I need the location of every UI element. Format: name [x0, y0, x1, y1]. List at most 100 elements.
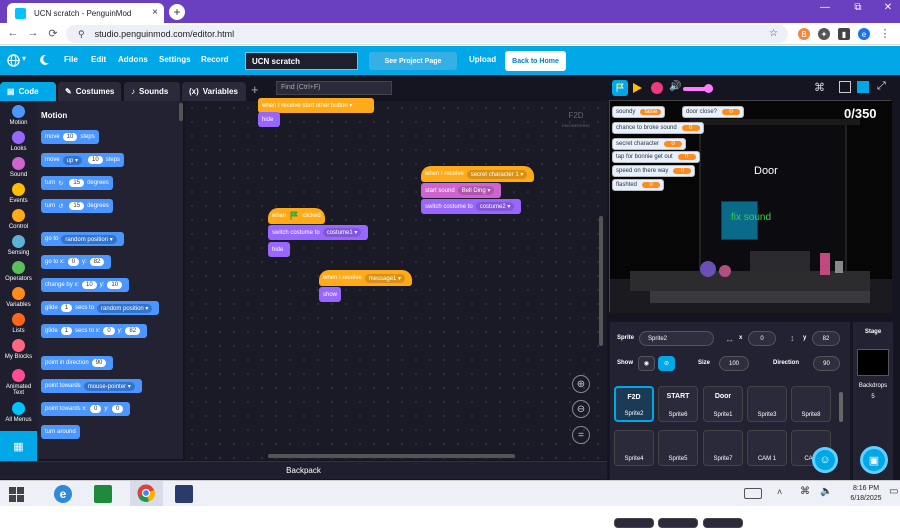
chevron-up-icon[interactable]: ˄: [777, 487, 782, 497]
category-my-blocks[interactable]: My Blocks: [0, 339, 37, 360]
menu-edit[interactable]: Edit: [91, 55, 106, 64]
workspace-h-scrollbar[interactable]: [268, 454, 515, 458]
block-glide-random[interactable]: glide 1 secs to random position ▾: [41, 301, 160, 315]
block-go-to[interactable]: go to random position ▾: [41, 232, 124, 246]
notification-icon[interactable]: ▭: [889, 486, 898, 497]
block-glide-xy[interactable]: glide 1 secs to x: 0 y: 82: [41, 324, 148, 338]
project-title-input[interactable]: UCN scratch: [245, 52, 358, 70]
chrome-taskbar-item[interactable]: [130, 481, 163, 506]
keyboard-icon[interactable]: [744, 488, 762, 499]
category-operators[interactable]: Operators: [0, 261, 37, 282]
block-when-receive-start[interactable]: when I receive start other button ▾: [258, 98, 374, 113]
block-change-by[interactable]: change by x: 10 y: 10: [41, 278, 130, 292]
reload-icon[interactable]: ⟳: [46, 27, 60, 40]
block-switch-costume2[interactable]: switch costume to costume2 ▾: [421, 199, 522, 214]
message-dropdown[interactable]: message1 ▾: [364, 273, 406, 283]
block-when-receive-message1[interactable]: when I receive message1 ▾: [319, 270, 413, 286]
add-tab-button[interactable]: +: [251, 82, 259, 97]
tab-variables[interactable]: (x) Variables: [182, 82, 246, 101]
block-turn-around[interactable]: turn around: [41, 425, 80, 439]
sprite-tile[interactable]: Sprite5: [658, 430, 698, 466]
fullscreen-icon[interactable]: ⤢: [877, 80, 886, 93]
sprite-name-input[interactable]: Sprite2: [639, 331, 714, 346]
menu-file[interactable]: File: [64, 55, 78, 64]
block-move-steps[interactable]: move 10 steps: [41, 130, 99, 144]
clock[interactable]: 8:16 PM 6/18/2025: [846, 484, 886, 504]
sprite-tile[interactable]: Sprite4: [614, 430, 654, 466]
green-flag-button[interactable]: [612, 80, 628, 96]
block-point-direction[interactable]: point in direction 90: [41, 356, 114, 370]
block-turn-right[interactable]: turn ↻ 15 degrees: [41, 176, 113, 190]
close-window-icon[interactable]: ✕: [878, 2, 898, 13]
new-tab-button[interactable]: +: [169, 4, 185, 20]
category-sensing[interactable]: Sensing: [0, 235, 37, 256]
y-input[interactable]: 10: [107, 281, 123, 289]
block-go-to-xy[interactable]: go to x: 0 y: 82: [41, 255, 112, 269]
y-input[interactable]: 0: [112, 405, 124, 413]
sprite-tile[interactable]: [658, 518, 698, 528]
block-hide[interactable]: hide: [268, 242, 290, 257]
large-stage-icon[interactable]: [857, 81, 869, 93]
volume-icon[interactable]: 🔊: [669, 81, 681, 92]
windows-start-icon[interactable]: [9, 487, 24, 502]
backpack-bar[interactable]: Backpack: [0, 461, 607, 479]
category-sound[interactable]: Sound: [0, 157, 37, 178]
steps-input[interactable]: 10: [88, 156, 103, 164]
gamepad-icon[interactable]: ⌘: [814, 81, 825, 94]
extension-icon[interactable]: B: [798, 28, 810, 40]
message-dropdown[interactable]: secret character 1 ▾: [466, 169, 528, 179]
see-project-page-button[interactable]: See Project Page: [369, 52, 457, 70]
costume-dropdown[interactable]: costume1 ▾: [322, 228, 362, 237]
block-point-towards-xy[interactable]: point towards x: 0 y: 0: [41, 402, 131, 416]
block-hide[interactable]: hide: [258, 112, 280, 127]
block-when-flag-clicked[interactable]: when clicked: [268, 208, 325, 224]
degrees-input[interactable]: 15: [69, 202, 85, 210]
stop-icon[interactable]: [651, 82, 663, 94]
block-turn-left[interactable]: turn ↺ 15 degrees: [41, 199, 113, 213]
play-icon[interactable]: [632, 82, 643, 94]
chevron-down-icon[interactable]: ▾: [22, 54, 26, 63]
steps-input[interactable]: 10: [62, 133, 78, 141]
sprite-tile[interactable]: Sprite7: [703, 430, 743, 466]
add-extension-button[interactable]: ▦: [0, 431, 37, 461]
block-show[interactable]: show: [319, 287, 341, 302]
block-switch-costume1[interactable]: switch costume to costume1 ▾: [268, 225, 369, 240]
puzzle-icon[interactable]: ✦: [818, 28, 830, 40]
sound-dropdown[interactable]: Bell Ding ▾: [457, 186, 495, 195]
y-input[interactable]: 82: [125, 327, 141, 335]
forward-icon[interactable]: →: [26, 27, 40, 39]
palette-scrollbar[interactable]: [179, 103, 183, 121]
tab-costumes[interactable]: ✎ Costumes: [58, 82, 121, 101]
add-sprite-button[interactable]: ☺: [812, 447, 838, 473]
x-input[interactable]: 0: [748, 331, 776, 346]
costume-dropdown[interactable]: costume2 ▾: [475, 202, 515, 211]
category-events[interactable]: Events: [0, 183, 37, 204]
back-icon[interactable]: ←: [6, 27, 20, 39]
paint-app-icon[interactable]: [175, 485, 193, 503]
category-variables[interactable]: Variables: [0, 287, 37, 308]
category-animated-text[interactable]: Animated Text: [0, 369, 37, 396]
sprite-tile[interactable]: [703, 518, 743, 528]
sprite-tile[interactable]: Sprite3: [747, 386, 787, 422]
block-start-sound[interactable]: start sound Bell Ding ▾: [421, 183, 502, 198]
x-input[interactable]: 0: [103, 327, 115, 335]
stage-thumbnail[interactable]: [857, 349, 889, 376]
sprite-tile[interactable]: Door Sprite1: [703, 386, 743, 422]
browser-tab[interactable]: UCN scratch - PenguinMod ×: [7, 3, 164, 23]
sidebar-icon[interactable]: ▮: [838, 28, 850, 40]
tab-code[interactable]: ▤ Code: [0, 82, 56, 101]
door-label[interactable]: Door: [754, 165, 778, 177]
block-point-towards[interactable]: point towards mouse-pointer ▾: [41, 379, 142, 393]
speaker-taskbar-icon[interactable]: 🔈: [820, 486, 832, 497]
x-input[interactable]: 0: [67, 258, 80, 266]
direction-dropdown[interactable]: up ▾: [62, 155, 83, 165]
block-move-direction[interactable]: move up ▾ 10 steps: [41, 153, 125, 167]
menu-settings[interactable]: Settings: [159, 55, 191, 64]
bookmark-star-icon[interactable]: ☆: [769, 28, 778, 39]
sprite-list-scrollbar[interactable]: [839, 392, 843, 422]
profile-avatar[interactable]: e: [858, 28, 870, 40]
workspace-v-scrollbar[interactable]: [599, 216, 603, 346]
store-icon[interactable]: [94, 485, 112, 503]
url-field[interactable]: ⚲ studio.penguinmod.com/editor.html ☆: [66, 25, 788, 43]
degrees-input[interactable]: 15: [69, 179, 85, 187]
